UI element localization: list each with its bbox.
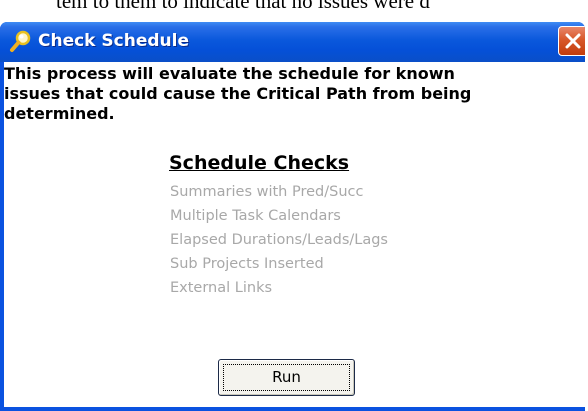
check-item-sub-projects: Sub Projects Inserted xyxy=(170,256,324,272)
background-document-text: tem to them to indicate that no issues w… xyxy=(56,0,430,13)
run-button-label: Run xyxy=(272,368,301,386)
check-schedule-dialog: Check Schedule This process will evaluat… xyxy=(0,22,585,411)
dialog-body: This process will evaluate the schedule … xyxy=(4,62,585,407)
check-item-task-calendars: Multiple Task Calendars xyxy=(170,208,341,224)
close-icon xyxy=(565,33,581,49)
check-item-summaries: Summaries with Pred/Succ xyxy=(170,184,364,200)
magnifier-icon xyxy=(10,30,31,52)
schedule-checks-list: Summaries with Pred/Succ Multiple Task C… xyxy=(170,180,388,300)
close-button[interactable] xyxy=(558,26,585,56)
window-title: Check Schedule xyxy=(38,31,189,51)
check-item-elapsed-durations: Elapsed Durations/Leads/Lags xyxy=(170,232,388,248)
schedule-checks-heading: Schedule Checks xyxy=(169,152,350,174)
process-description: This process will evaluate the schedule … xyxy=(4,64,472,123)
run-button[interactable]: Run xyxy=(218,359,355,396)
title-bar[interactable]: Check Schedule xyxy=(0,22,585,62)
background-document-strip: tem to them to indicate that no issues w… xyxy=(0,0,588,22)
check-item-external-links: External Links xyxy=(170,280,273,296)
